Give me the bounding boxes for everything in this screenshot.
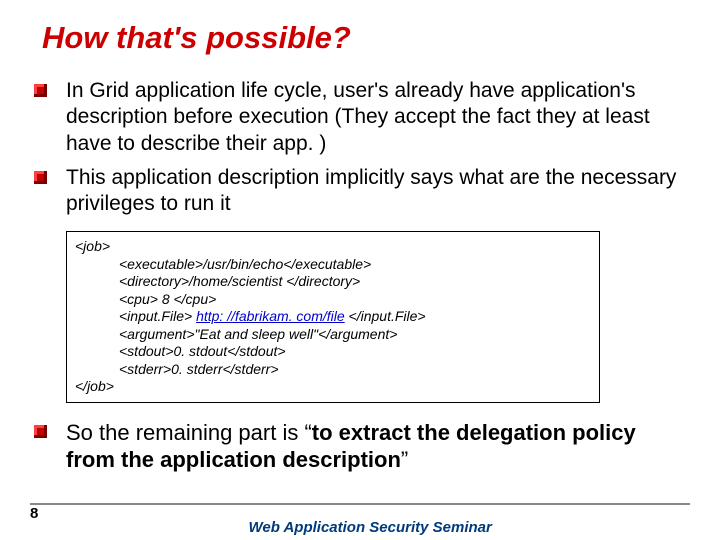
code-line: </job>	[75, 378, 591, 396]
code-link[interactable]: http: //fabrikam. com/file	[196, 308, 345, 324]
code-line: <directory>/home/scientist </directory>	[75, 273, 591, 291]
code-text: </input.File>	[345, 308, 426, 324]
code-line: <cpu> 8 </cpu>	[75, 291, 591, 309]
code-line: <argument>"Eat and sleep well"</argument…	[75, 326, 591, 344]
bullet-text: ”	[401, 447, 408, 472]
code-line: <executable>/usr/bin/echo</executable>	[75, 256, 591, 274]
bullet-item: So the remaining part is “to extract the…	[30, 419, 690, 474]
bullet-item: In Grid application life cycle, user's a…	[30, 78, 690, 157]
page-number: 8	[30, 505, 50, 522]
bullet-list-bottom: So the remaining part is “to extract the…	[30, 419, 690, 474]
code-line: <input.File> http: //fabrikam. com/file …	[75, 308, 591, 326]
bullet-list-top: In Grid application life cycle, user's a…	[30, 78, 690, 217]
code-text: <input.File>	[119, 308, 196, 324]
slide-footer: 8 Web Application Security Seminar	[30, 501, 690, 522]
bullet-text: So the remaining part is “	[66, 420, 312, 445]
bullet-item: This application description implicitly …	[30, 165, 690, 218]
code-box: <job> <executable>/usr/bin/echo</executa…	[66, 231, 600, 403]
code-line: <stderr>0. stderr</stderr>	[75, 361, 591, 379]
footer-title: Web Application Security Seminar	[50, 519, 690, 536]
code-line: <stdout>0. stdout</stdout>	[75, 343, 591, 361]
slide-title: How that's possible?	[30, 20, 690, 56]
slide: How that's possible? In Grid application…	[0, 0, 720, 540]
code-line: <job>	[75, 238, 591, 256]
